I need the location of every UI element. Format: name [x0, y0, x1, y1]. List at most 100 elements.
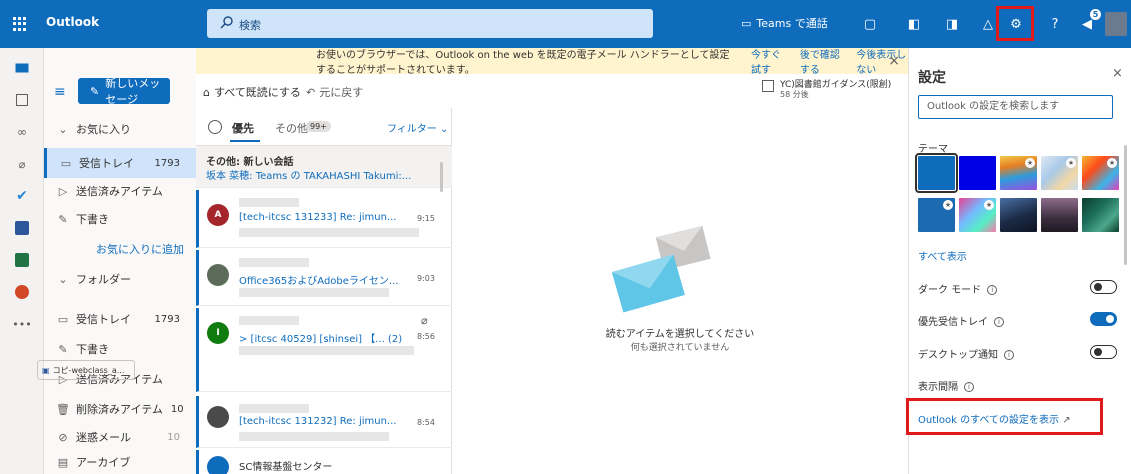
envelope-open-icon: ⌂ — [203, 85, 210, 99]
theme-swatch-mountain[interactable] — [1000, 198, 1037, 232]
search-box[interactable]: 検索 — [207, 9, 653, 38]
more-apps-icon[interactable]: ••• — [10, 312, 34, 336]
dont-show-link[interactable]: 今後表示しない — [856, 46, 908, 76]
star-icon: ★ — [1107, 158, 1117, 168]
info-icon[interactable]: i — [1004, 350, 1014, 360]
folders-label: フォルダー — [76, 273, 131, 286]
compose-icon: ✎ — [90, 84, 100, 98]
envelope-illustration — [611, 225, 711, 313]
theme-swatch-city[interactable] — [1041, 198, 1078, 232]
info-icon[interactable]: i — [994, 317, 1004, 327]
settings-search-input[interactable]: Outlook の設定を検索します — [918, 95, 1113, 119]
todo-icon[interactable]: ◨ — [940, 12, 964, 36]
word-icon[interactable] — [10, 216, 34, 240]
theme-swatch-darkblue[interactable] — [959, 156, 996, 190]
archive-label: アーカイブ — [76, 456, 131, 469]
list-item[interactable]: Office365およびAdobeライセン... 9:03 — [196, 250, 452, 306]
add-favorite-link[interactable]: お気に入りに追加 — [44, 234, 196, 264]
settings-scrollbar[interactable] — [1124, 145, 1127, 265]
app-launcher-icon[interactable] — [8, 12, 32, 36]
powerpoint-icon[interactable] — [10, 280, 34, 304]
close-icon[interactable]: × — [1112, 66, 1123, 81]
fav-drafts[interactable]: ✎ 下書き — [44, 204, 196, 234]
office-icon[interactable]: ◧ — [902, 12, 926, 36]
message-time: 9:03 — [417, 274, 435, 283]
desktop-notify-toggle[interactable] — [1090, 345, 1117, 359]
avatar: A — [207, 204, 229, 226]
theme-swatch-maze[interactable] — [1082, 198, 1119, 232]
help-icon[interactable]: ? — [1043, 12, 1067, 36]
info-icon[interactable]: i — [964, 382, 974, 392]
people-icon[interactable]: ∞ — [10, 120, 34, 144]
select-all-checkbox[interactable] — [208, 120, 222, 134]
show-all-themes-link[interactable]: すべて表示 — [918, 248, 967, 263]
list-item[interactable]: [tech-itcsc 131232] Re: jimun... 8:54 — [196, 396, 452, 448]
list-scrollbar[interactable] — [440, 162, 443, 192]
star-icon: ★ — [984, 200, 994, 210]
dark-mode-toggle[interactable] — [1090, 280, 1117, 294]
info-icon[interactable]: i — [987, 285, 998, 295]
favorites-header[interactable]: ⌄ お気に入り — [44, 114, 196, 144]
tab-other[interactable]: その他 — [275, 120, 308, 136]
chat-icon[interactable]: ▢ — [858, 12, 882, 36]
tab-focused[interactable]: 優先 — [232, 120, 254, 136]
list-item[interactable]: SC情報基盤センター — [196, 450, 452, 474]
attachment-chip[interactable]: ▣ コピ-webclass_a... — [37, 360, 135, 380]
sender-redacted — [239, 316, 299, 325]
app-title[interactable]: Outlook — [46, 15, 99, 29]
group-header: その他: 新しい会話 — [206, 157, 294, 168]
fav-sent[interactable]: ▷ 送信済みアイテム — [44, 176, 196, 206]
mark-all-read-button[interactable]: ⌂ すべて既読にする — [203, 84, 301, 100]
undo-button[interactable]: ↶ 元に戻す — [306, 84, 363, 100]
avatar — [207, 406, 229, 428]
todo-check-icon[interactable]: ✔ — [10, 184, 34, 208]
avatar — [207, 264, 229, 286]
excel-icon[interactable] — [10, 248, 34, 272]
upcoming-event-time: 58 分後 — [780, 90, 809, 99]
menu-icon[interactable]: ≡ — [54, 84, 66, 100]
folder-junk[interactable]: ⊘ 迷惑メール 10 — [44, 422, 196, 452]
app-rail: ∞ ⌀ ✔ ••• — [0, 48, 44, 474]
preview-redacted — [239, 346, 414, 355]
archive-icon: ▤ — [57, 455, 69, 469]
folder-deleted[interactable]: 🗑 削除済みアイテム 10 — [44, 394, 196, 424]
filter-button[interactable]: フィルター ⌄ — [387, 120, 448, 135]
list-item[interactable]: その他: 新しい会話 坂本 菜穂: Teams の TAKAHASHI Taku… — [196, 146, 452, 188]
theme-swatch-palm[interactable]: ★ — [1082, 156, 1119, 190]
close-icon[interactable]: × — [888, 53, 900, 69]
fav-inbox[interactable]: ▭ 受信トレイ 1793 — [44, 148, 196, 178]
folder-inbox[interactable]: ▭ 受信トレイ 1793 — [44, 304, 196, 334]
teams-call-label: Teams で通話 — [756, 17, 828, 30]
preview-redacted — [239, 432, 389, 441]
list-item[interactable]: A [tech-itcsc 131233] Re: jimun... 9:15 — [196, 190, 452, 248]
calendar-icon[interactable] — [10, 88, 34, 112]
tab-focused-underline — [230, 140, 260, 142]
fav-inbox-count: 1793 — [154, 157, 180, 169]
theme-swatch-circuit[interactable]: ★ — [918, 198, 955, 232]
new-message-button[interactable]: ✎ 新しいメッセージ — [78, 77, 170, 106]
focused-inbox-toggle[interactable] — [1090, 312, 1117, 326]
star-icon: ★ — [1066, 158, 1076, 168]
message-subject: > [itcsc 40529] [shinsei] 【... (2) — [239, 334, 403, 345]
list-item[interactable]: I ⌀ > [itcsc 40529] [shinsei] 【... (2) 8… — [196, 308, 452, 392]
theme-swatch-candy[interactable]: ★ — [959, 198, 996, 232]
drafts-label: 下書き — [76, 343, 109, 356]
folders-header[interactable]: ⌄ フォルダー — [44, 264, 196, 294]
fav-drafts-label: 下書き — [76, 213, 109, 226]
theme-swatch-blue[interactable] — [915, 153, 958, 193]
theme-swatch-rainbow[interactable]: ★ — [1000, 156, 1037, 190]
teams-call-button[interactable]: ▭ Teams で通話 — [741, 15, 828, 31]
density-label: 表示間隔 i — [918, 378, 974, 393]
later-link[interactable]: 後で確認する — [800, 46, 844, 76]
theme-swatch-wave[interactable]: ★ — [1041, 156, 1078, 190]
message-time: 8:54 — [417, 418, 435, 427]
folder-archive[interactable]: ▤ アーカイブ — [44, 450, 196, 474]
attachment-icon[interactable]: ⌀ — [10, 152, 34, 176]
try-now-link[interactable]: 今すぐ試す — [751, 46, 788, 76]
search-placeholder: 検索 — [239, 19, 261, 32]
inbox-icon: ▭ — [57, 312, 69, 326]
account-avatar[interactable] — [1105, 12, 1127, 36]
mail-icon[interactable] — [10, 56, 34, 80]
send-icon: ▷ — [58, 184, 68, 198]
star-icon: ★ — [943, 200, 953, 210]
